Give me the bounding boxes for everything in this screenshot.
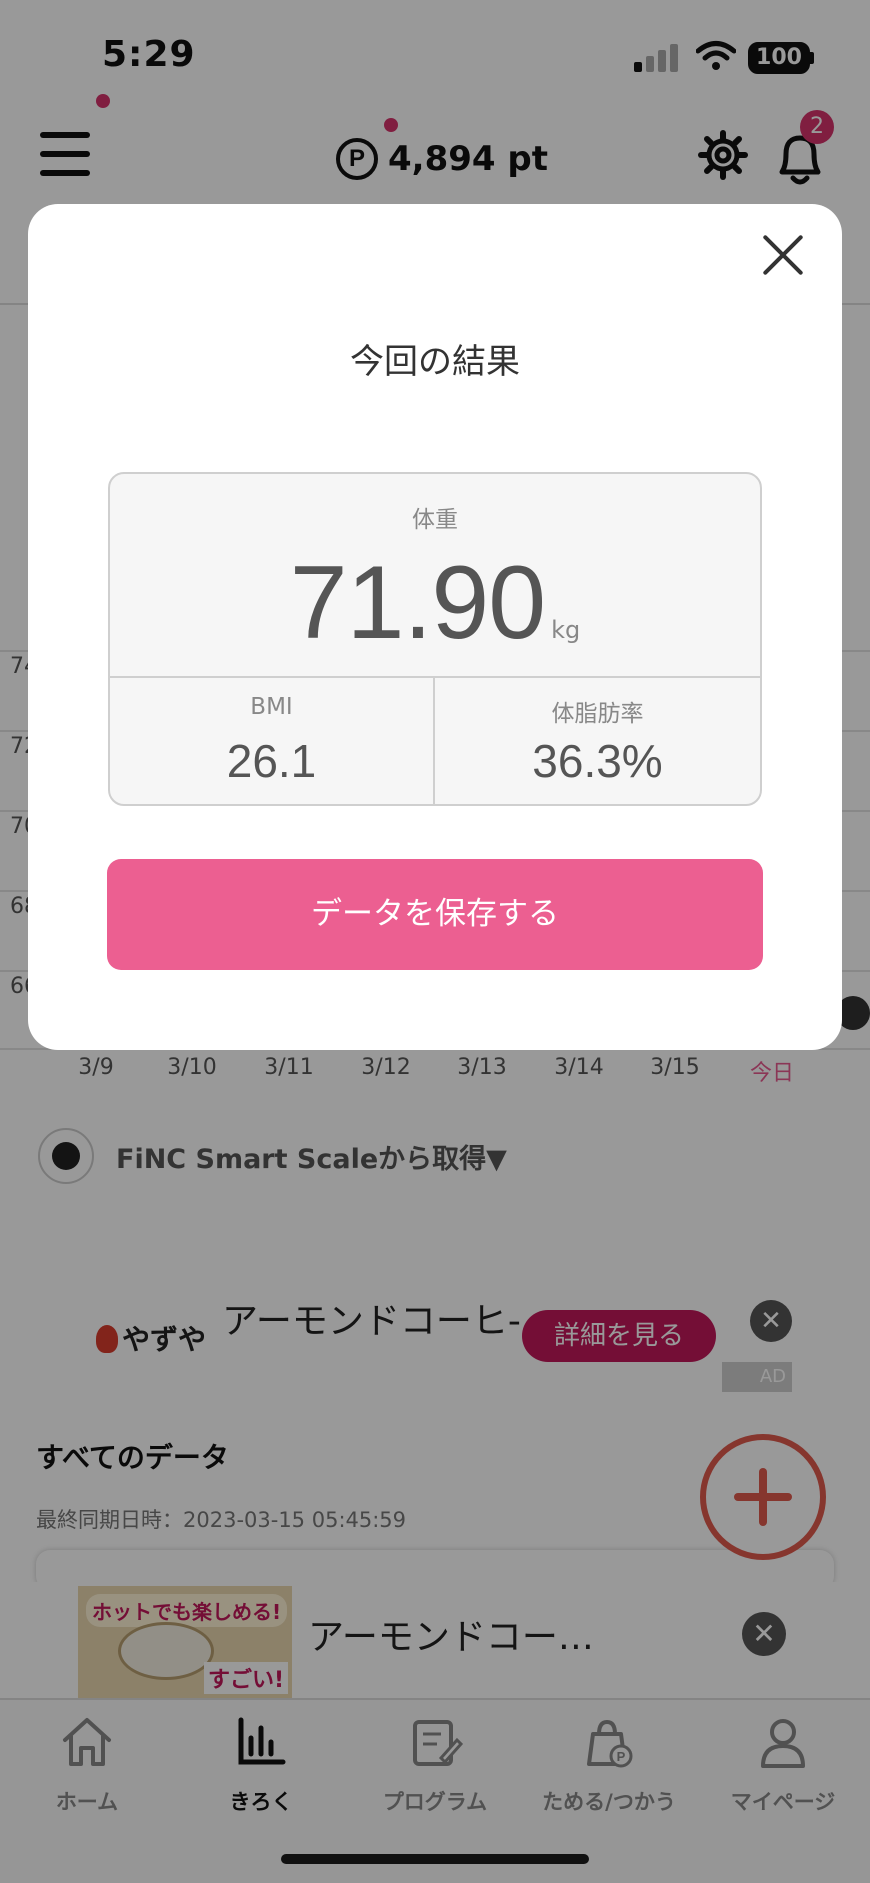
measurement-result-card: 体重 71.90 kg BMI 26.1 体脂肪率 36.3% xyxy=(108,472,762,806)
bmi-value: 26.1 xyxy=(226,735,317,787)
result-modal: 今回の結果 体重 71.90 kg BMI 26.1 体脂肪率 36.3% データ… xyxy=(28,204,842,1050)
modal-title: 今回の結果 xyxy=(350,342,520,382)
save-data-button[interactable]: データを保存する xyxy=(107,859,763,970)
bmi-label: BMI xyxy=(250,694,293,720)
body-fat-label: 体脂肪率 xyxy=(551,701,644,727)
body-fat-value: 36.3% xyxy=(532,735,663,787)
weight-value: 71.90 xyxy=(289,545,546,661)
weight-value-row: 71.90 kg xyxy=(110,544,760,663)
weight-unit: kg xyxy=(551,616,581,644)
weight-label: 体重 xyxy=(412,507,458,533)
close-icon[interactable] xyxy=(758,230,808,280)
bmi-section: BMI 26.1 xyxy=(110,678,435,804)
weight-section: 体重 71.90 kg xyxy=(110,474,760,678)
home-indicator[interactable] xyxy=(281,1854,589,1864)
body-fat-section: 体脂肪率 36.3% xyxy=(435,678,760,804)
